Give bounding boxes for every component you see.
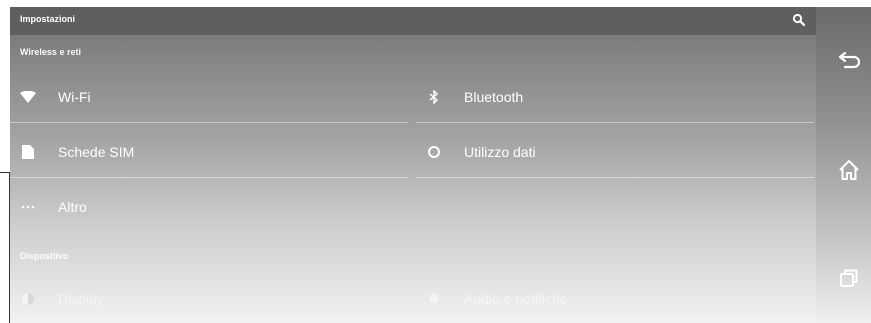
setting-label-bluetooth: Bluetooth: [464, 89, 524, 105]
setting-item-audio[interactable]: Audio e notifiche: [416, 273, 814, 323]
setting-label-display: Display: [58, 291, 104, 307]
divider: [416, 177, 814, 178]
home-icon[interactable]: [836, 157, 862, 183]
setting-item-wifi[interactable]: Wi-Fi: [10, 71, 408, 123]
divider: [10, 177, 408, 178]
setting-label-more: Altro: [58, 199, 87, 215]
data-usage-icon: [426, 144, 442, 160]
section-header-device: Dispositivo: [20, 251, 69, 261]
bell-icon: [426, 291, 442, 307]
search-icon[interactable]: [792, 13, 806, 27]
more-dots-icon: [20, 199, 36, 215]
recents-icon[interactable]: [836, 265, 862, 291]
setting-label-wifi: Wi-Fi: [58, 89, 91, 105]
setting-label-sim: Schede SIM: [58, 144, 135, 160]
brightness-icon: [20, 291, 36, 307]
setting-item-data-usage[interactable]: Utilizzo dati: [416, 126, 814, 178]
divider: [10, 122, 408, 123]
divider: [416, 122, 814, 123]
navigation-bar: [816, 7, 871, 323]
setting-item-more[interactable]: Altro: [10, 181, 408, 233]
back-icon[interactable]: [836, 47, 862, 73]
settings-screen: Impostazioni Wireless e reti Wi-Fi Bluet…: [10, 7, 816, 323]
bluetooth-icon: [426, 89, 442, 105]
app-bar: Impostazioni: [10, 7, 816, 35]
setting-item-display[interactable]: Display: [10, 273, 408, 323]
setting-label-audio: Audio e notifiche: [464, 291, 568, 307]
section-header-wireless: Wireless e reti: [20, 47, 81, 57]
page-title: Impostazioni: [20, 14, 76, 24]
wifi-icon: [20, 89, 36, 105]
setting-label-data-usage: Utilizzo dati: [464, 144, 536, 160]
setting-item-bluetooth[interactable]: Bluetooth: [416, 71, 814, 123]
sim-card-icon: [20, 144, 36, 160]
setting-item-sim[interactable]: Schede SIM: [10, 126, 408, 178]
